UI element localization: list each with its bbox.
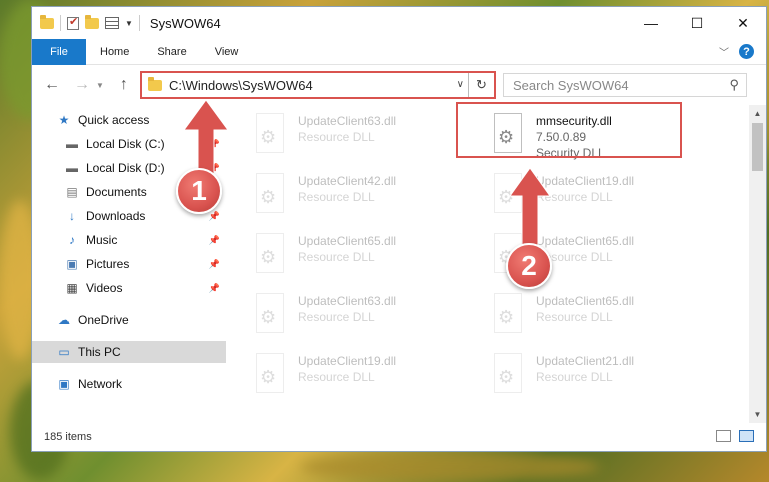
step-badge-1: 1: [176, 168, 222, 214]
sidebar-item-network[interactable]: ▣ Network: [32, 373, 226, 395]
search-input[interactable]: Search SysWOW64: [513, 78, 629, 93]
folder-icon: [40, 14, 54, 29]
folder-icon: [148, 76, 162, 91]
file-item[interactable]: ⚙ UpdateClient65.dll Resource DLL: [490, 289, 690, 339]
drive-icon: ▬: [66, 161, 78, 175]
qat-dropdown-icon[interactable]: ▼: [125, 19, 133, 28]
navigation-bar: ← → ▼ ↑ C:\Windows\SysWOW64 ∨ ↻ Search S…: [32, 65, 766, 105]
drive-icon: ▬: [66, 137, 78, 151]
pin-icon[interactable]: 📌: [209, 259, 220, 270]
expand-ribbon-icon[interactable]: ﹀: [719, 44, 729, 59]
star-icon: ★: [58, 113, 70, 127]
file-highlight-box: [456, 102, 682, 158]
large-icons-view-icon[interactable]: [739, 430, 754, 442]
pin-icon[interactable]: 📌: [209, 211, 220, 222]
dll-file-icon: ⚙: [252, 113, 288, 157]
vertical-scrollbar[interactable]: ▲ ▼: [749, 105, 766, 423]
dll-file-icon: ⚙: [252, 233, 288, 277]
step-badge-2: 2: [506, 243, 552, 289]
file-item[interactable]: ⚙ UpdateClient42.dll Resource DLL: [252, 169, 452, 219]
details-view-icon[interactable]: [716, 430, 731, 442]
window-controls: — ☐ ✕: [628, 7, 766, 39]
file-item[interactable]: ⚙ UpdateClient19.dll Resource DLL: [252, 349, 452, 399]
file-item[interactable]: ⚙ UpdateClient65.dll Resource DLL: [252, 229, 452, 279]
dll-file-icon: ⚙: [252, 293, 288, 337]
item-count: 185 items: [44, 431, 92, 443]
properties-check-icon[interactable]: [67, 15, 79, 30]
new-folder-icon[interactable]: [85, 14, 99, 29]
pin-icon[interactable]: 📌: [209, 235, 220, 246]
dll-file-icon: ⚙: [252, 353, 288, 397]
tab-share[interactable]: Share: [143, 46, 200, 58]
chevron-down-icon[interactable]: ∨: [457, 79, 464, 90]
dll-file-icon: ⚙: [490, 353, 526, 397]
monitor-icon: ▭: [58, 345, 70, 359]
back-arrow-icon[interactable]: ←: [42, 76, 62, 94]
explorer-window: ▼ SysWOW64 — ☐ ✕ File Home Share View ﹀ …: [31, 6, 767, 452]
scroll-up-icon[interactable]: ▲: [749, 105, 766, 122]
search-icon[interactable]: ⚲: [729, 77, 739, 93]
minimize-button[interactable]: —: [628, 7, 674, 39]
file-item[interactable]: ⚙ UpdateClient21.dll Resource DLL: [490, 349, 690, 399]
sidebar-item-music[interactable]: ♪ Music 📌: [32, 229, 226, 251]
title-bar: ▼ SysWOW64 — ☐ ✕: [32, 7, 766, 39]
cloud-icon: ☁: [58, 313, 70, 327]
music-icon: ♪: [69, 233, 75, 247]
documents-icon: ▤: [66, 185, 78, 199]
window-title: SysWOW64: [149, 15, 221, 31]
network-icon: ▣: [58, 377, 70, 391]
download-icon: ↓: [69, 209, 75, 223]
scroll-down-icon[interactable]: ▼: [749, 406, 766, 423]
ribbon-tabs: File Home Share View ﹀ ?: [32, 38, 766, 65]
file-item[interactable]: ⚙ UpdateClient63.dll Resource DLL: [252, 289, 452, 339]
sidebar-item-videos[interactable]: ▦ Videos 📌: [32, 277, 226, 299]
sidebar-item-pictures[interactable]: ▣ Pictures 📌: [32, 253, 226, 275]
pin-icon[interactable]: 📌: [209, 283, 220, 294]
tab-file[interactable]: File: [32, 38, 86, 65]
file-item[interactable]: ⚙ UpdateClient63.dll Resource DLL: [252, 109, 452, 159]
videos-icon: ▦: [66, 281, 78, 295]
toolbar-divider: [138, 15, 140, 31]
toolbar-divider: [60, 15, 61, 31]
pictures-icon: ▣: [66, 257, 78, 271]
tab-home[interactable]: Home: [86, 46, 143, 58]
forward-arrow-icon[interactable]: →: [72, 76, 92, 94]
address-path[interactable]: C:\Windows\SysWOW64: [169, 78, 313, 93]
up-arrow-icon[interactable]: ↑: [114, 76, 134, 94]
dll-file-icon: ⚙: [490, 293, 526, 337]
scrollbar-thumb[interactable]: [752, 123, 763, 171]
maximize-button[interactable]: ☐: [674, 7, 720, 39]
quick-access-toolbar: ▼: [40, 14, 140, 31]
sidebar-item-onedrive[interactable]: ☁ OneDrive: [32, 309, 226, 331]
help-icon[interactable]: ?: [739, 44, 754, 59]
dll-file-icon: ⚙: [252, 173, 288, 217]
customize-list-icon[interactable]: [105, 17, 119, 29]
close-button[interactable]: ✕: [720, 7, 766, 39]
sidebar-item-this-pc[interactable]: ▭ This PC: [32, 341, 226, 363]
search-box[interactable]: Search SysWOW64 ⚲: [503, 73, 747, 97]
recent-locations-icon[interactable]: ▼: [96, 81, 104, 90]
refresh-icon[interactable]: ↻: [468, 73, 494, 97]
tab-view[interactable]: View: [201, 46, 253, 58]
status-bar: 185 items: [32, 423, 766, 451]
